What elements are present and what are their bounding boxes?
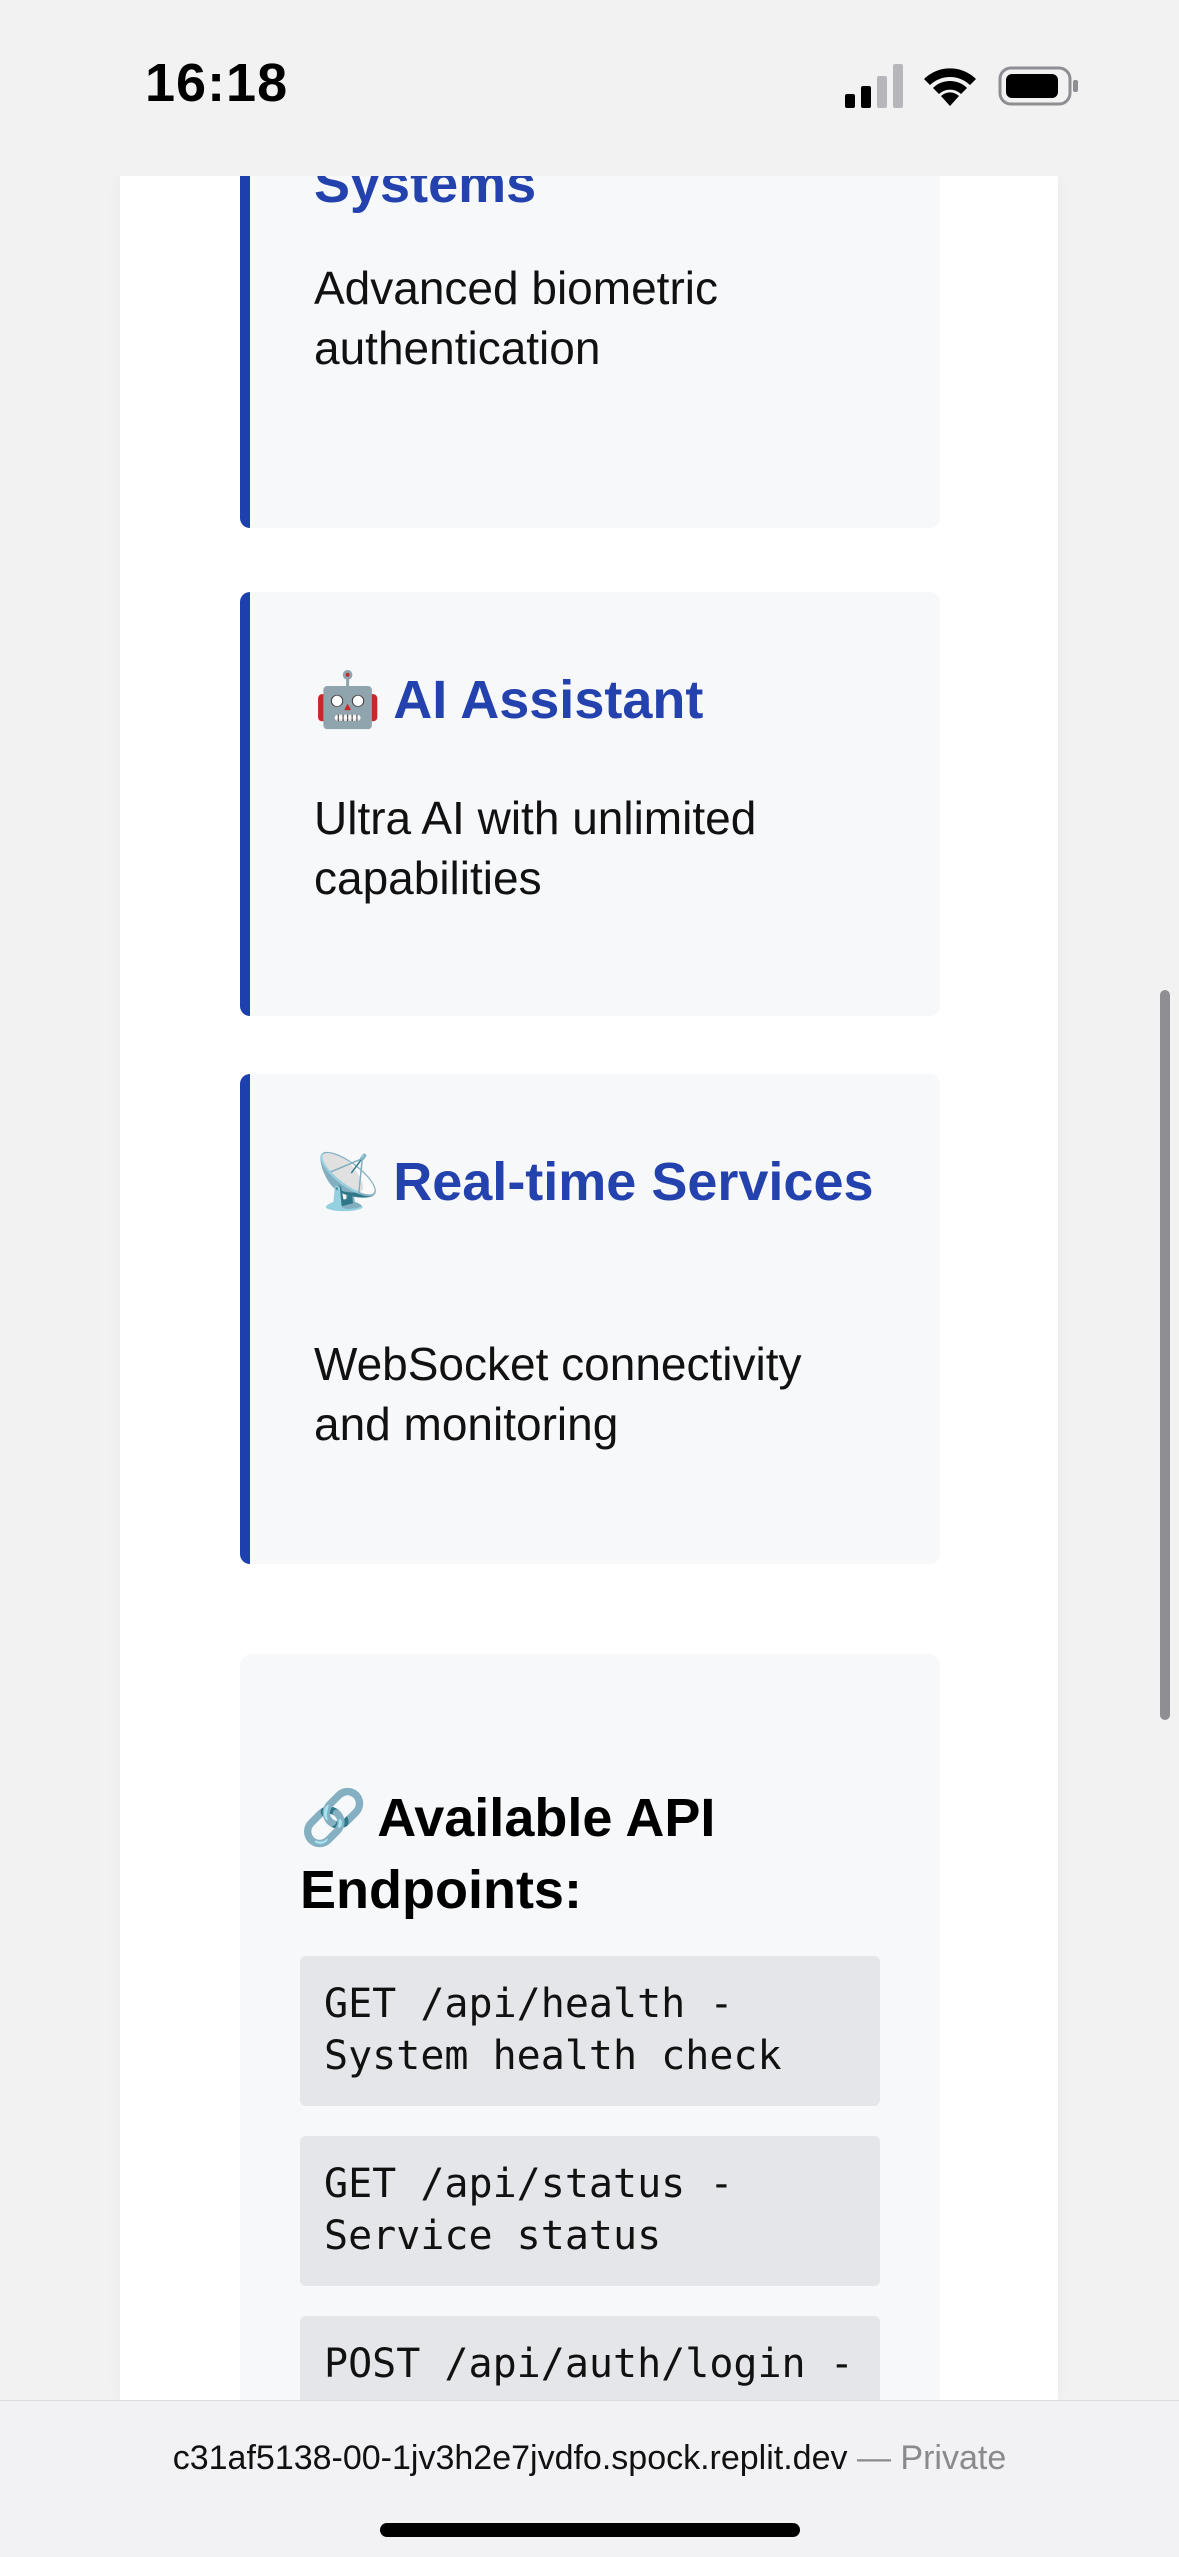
feature-card-real-time-services: 📡 Real-time Services WebSocket connectivi… bbox=[240, 1074, 940, 1564]
link-icon: 🔗 bbox=[300, 1788, 368, 1848]
status-time: 16:18 bbox=[145, 53, 289, 113]
url-display[interactable]: c31af5138-00-1jv3h2e7jvdfo.spock.replit.… bbox=[0, 2439, 1179, 2478]
api-endpoints-panel: 🔗 Available API Endpoints: GET /api/healt… bbox=[240, 1654, 940, 2400]
feature-title-text: AI Assistant bbox=[393, 670, 704, 730]
private-label: Private bbox=[900, 2439, 1007, 2477]
feature-title: Systems bbox=[314, 176, 536, 220]
api-endpoints-heading: 🔗 Available API Endpoints: bbox=[300, 1782, 900, 1926]
browser-address-bar[interactable]: c31af5138-00-1jv3h2e7jvdfo.spock.replit.… bbox=[0, 2400, 1179, 2557]
feature-description: Advanced biometric authentication bbox=[314, 262, 718, 374]
vertical-scrollbar[interactable] bbox=[1160, 990, 1170, 1720]
page-content: Systems Advanced biometric authenticatio… bbox=[120, 176, 1058, 2400]
endpoint-item: POST /api/auth/login - bbox=[300, 2316, 880, 2400]
feature-title-text: Systems bbox=[314, 176, 537, 214]
feature-title: 🤖 AI Assistant bbox=[314, 664, 703, 736]
wifi-icon bbox=[924, 68, 976, 106]
status-bar: 16:18 bbox=[0, 0, 1179, 176]
cellular-signal-icon bbox=[845, 64, 903, 108]
endpoint-item: GET /api/health - System health check bbox=[300, 1956, 880, 2106]
satellite-dish-icon: 📡 bbox=[314, 1152, 382, 1212]
feature-card-biometric-systems: Systems Advanced biometric authenticatio… bbox=[240, 176, 940, 528]
feature-card-ai-assistant: 🤖 AI Assistant Ultra AI with unlimited ca… bbox=[240, 592, 940, 1016]
endpoint-item: GET /api/status - Service status bbox=[300, 2136, 880, 2286]
feature-description: Ultra AI with unlimited capabilities bbox=[314, 792, 757, 904]
home-indicator[interactable] bbox=[380, 2523, 800, 2537]
robot-icon: 🤖 bbox=[314, 670, 382, 730]
feature-title-text: Real-time Services bbox=[393, 1152, 874, 1212]
feature-title: 📡 Real-time Services bbox=[314, 1146, 874, 1218]
feature-description: WebSocket connectivity and monitoring bbox=[314, 1338, 802, 1450]
battery-icon bbox=[998, 66, 1078, 106]
url-text[interactable]: c31af5138-00-1jv3h2e7jvdfo.spock.replit.… bbox=[173, 2439, 848, 2477]
url-separator: — bbox=[847, 2439, 901, 2477]
